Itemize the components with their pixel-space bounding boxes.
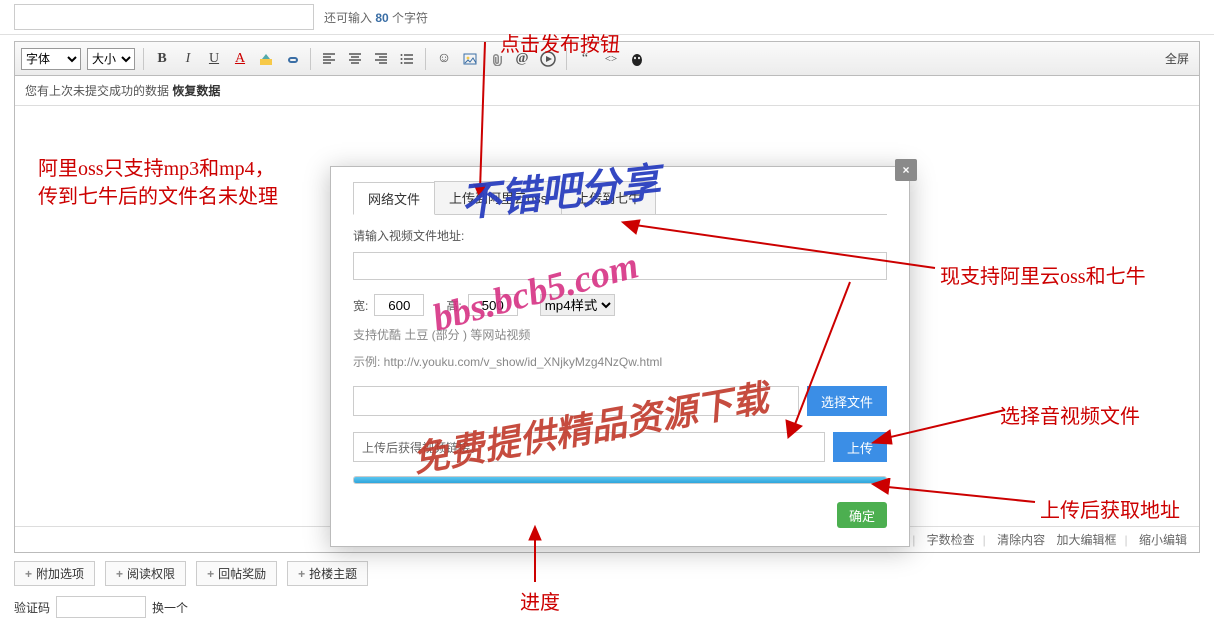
plus-icon: + xyxy=(298,567,305,581)
plus-icon: + xyxy=(25,567,32,581)
choose-file-button[interactable]: 选择文件 xyxy=(807,386,887,416)
toolbar-separator xyxy=(566,48,567,70)
toolbar-separator xyxy=(143,48,144,70)
opt-label: 抢楼主题 xyxy=(309,565,357,582)
emoji-icon[interactable]: ☺ xyxy=(434,49,454,69)
opt-rush[interactable]: + 抢楼主题 xyxy=(287,561,368,586)
align-right-icon[interactable] xyxy=(371,49,391,69)
video-icon[interactable] xyxy=(538,49,558,69)
font-family-select[interactable]: 字体 xyxy=(21,48,81,70)
title-input[interactable] xyxy=(14,4,314,30)
fullscreen-button[interactable]: 全屏 xyxy=(1161,48,1193,69)
bold-icon[interactable]: B xyxy=(152,49,172,69)
captcha-refresh[interactable]: 换一个 xyxy=(152,599,188,616)
supported-sites-text: 支持优酷 土豆 (部分 ) 等网站视频 xyxy=(353,326,887,343)
tab-qiniu[interactable]: 上传到七牛 xyxy=(561,181,656,214)
qq-icon[interactable] xyxy=(627,49,647,69)
background-color-icon[interactable] xyxy=(256,49,276,69)
footer-wordcheck[interactable]: 字数检查 xyxy=(927,533,975,547)
upload-progress xyxy=(353,476,887,484)
toolbar-separator xyxy=(310,48,311,70)
file-choose-row: 选择文件 xyxy=(353,386,887,416)
list-icon[interactable] xyxy=(397,49,417,69)
opt-label: 附加选项 xyxy=(36,565,84,582)
post-options-row: + 附加选项 + 阅读权限 + 回帖奖励 + 抢楼主题 xyxy=(14,561,1200,586)
video-url-input[interactable] xyxy=(353,252,887,280)
restore-link[interactable]: 恢复数据 xyxy=(172,84,220,98)
footer-clear[interactable]: 清除内容 xyxy=(997,533,1045,547)
upload-button[interactable]: 上传 xyxy=(833,432,887,462)
modal-tabs: 网络文件 上传到阿里云oss 上传到七牛 xyxy=(353,181,887,215)
restore-message-text: 您有上次未提交成功的数据 xyxy=(25,84,172,98)
restore-message-bar: 您有上次未提交成功的数据 恢复数据 xyxy=(15,76,1199,106)
image-icon[interactable] xyxy=(460,49,480,69)
modal-close-button[interactable]: × xyxy=(895,159,917,181)
opt-reward[interactable]: + 回帖奖励 xyxy=(196,561,277,586)
ok-button[interactable]: 确定 xyxy=(837,502,887,528)
dimensions-row: 宽: 高: mp4样式 xyxy=(353,294,887,316)
footer-enlarge[interactable]: 加大编辑框 xyxy=(1057,533,1117,547)
video-insert-modal: × 网络文件 上传到阿里云oss 上传到七牛 请输入视频文件地址: 宽: 高: … xyxy=(330,166,910,547)
format-select[interactable]: mp4样式 xyxy=(540,294,615,316)
captcha-label: 验证码 xyxy=(14,599,50,616)
height-label: 高: xyxy=(446,297,461,314)
tab-aliyun-oss[interactable]: 上传到阿里云oss xyxy=(434,181,562,214)
chosen-file-display xyxy=(353,386,799,416)
chars-remaining: 还可输入 80 个字符 xyxy=(324,9,428,26)
captcha-input[interactable] xyxy=(56,596,146,618)
opt-label: 阅读权限 xyxy=(127,565,175,582)
font-color-icon[interactable]: A xyxy=(230,49,250,69)
opt-attach[interactable]: + 附加选项 xyxy=(14,561,95,586)
opt-readperm[interactable]: + 阅读权限 xyxy=(105,561,186,586)
chars-prefix: 还可输入 xyxy=(324,11,375,25)
width-input[interactable] xyxy=(374,294,424,316)
video-url-label: 请输入视频文件地址: xyxy=(353,227,887,244)
captcha-row: 验证码 换一个 xyxy=(14,596,1200,618)
toolbar-separator xyxy=(425,48,426,70)
attachment-icon[interactable] xyxy=(486,49,506,69)
font-size-select[interactable]: 大小 xyxy=(87,48,135,70)
plus-icon: + xyxy=(116,567,123,581)
code-icon[interactable]: <> xyxy=(601,49,621,69)
title-row: 还可输入 80 个字符 xyxy=(0,0,1214,35)
width-label: 宽: xyxy=(353,297,368,314)
italic-icon[interactable]: I xyxy=(178,49,198,69)
progress-bar xyxy=(354,477,886,483)
chars-number: 80 xyxy=(375,11,388,25)
height-input[interactable] xyxy=(468,294,518,316)
tab-network-file[interactable]: 网络文件 xyxy=(353,182,435,215)
link-icon[interactable] xyxy=(282,49,302,69)
align-left-icon[interactable] xyxy=(319,49,339,69)
upload-result-display: 上传后获得视频链接。 xyxy=(353,432,825,462)
example-url-text: 示例: http://v.youku.com/v_show/id_XNjkyMz… xyxy=(353,353,887,370)
upload-row: 上传后获得视频链接。 上传 xyxy=(353,432,887,462)
editor-toolbar: 字体 大小 B I U A ☺ @ “ <> 全屏 xyxy=(15,42,1199,76)
quote-icon[interactable]: “ xyxy=(575,49,595,69)
footer-shrink[interactable]: 缩小编辑 xyxy=(1139,533,1187,547)
opt-label: 回帖奖励 xyxy=(218,565,266,582)
align-center-icon[interactable] xyxy=(345,49,365,69)
plus-icon: + xyxy=(207,567,214,581)
at-icon[interactable]: @ xyxy=(512,49,532,69)
underline-icon[interactable]: U xyxy=(204,49,224,69)
chars-suffix: 个字符 xyxy=(389,11,428,25)
